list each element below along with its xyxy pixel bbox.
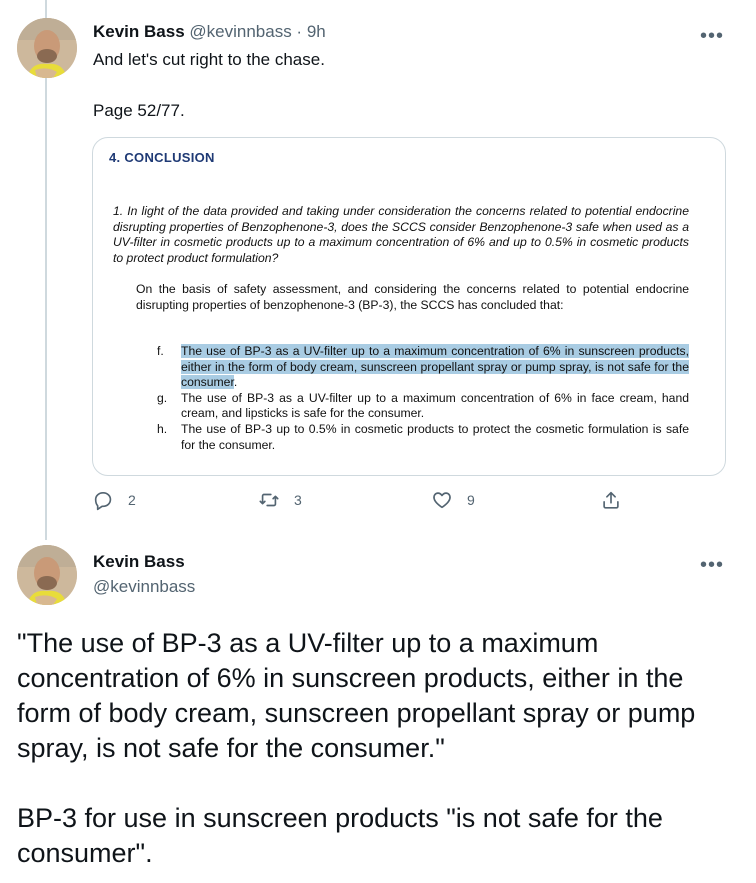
tweet-paragraph: BP-3 for use in sunscreen products "is n… — [17, 803, 663, 868]
share-icon — [603, 491, 619, 509]
retweet-count: 3 — [294, 492, 302, 508]
retweet-button[interactable]: 3 — [258, 489, 302, 511]
reply-count: 2 — [128, 492, 136, 508]
more-options-icon[interactable]: ••• — [700, 555, 724, 575]
author-handle-time[interactable]: @kevinnbass · 9h — [189, 22, 325, 41]
tweet-text-page: Page 52/77. — [93, 101, 185, 120]
doc-heading: 4. CONCLUSION — [109, 150, 215, 165]
thread-line — [45, 0, 47, 540]
doc-item-body: The use of BP-3 as a UV-filter up to a m… — [181, 390, 689, 421]
doc-item-body: The use of BP-3 as a UV-filter up to a m… — [181, 344, 689, 391]
doc-item-letter: g. — [157, 390, 168, 405]
like-count: 9 — [467, 492, 475, 508]
highlighted-text: The use of BP-3 as a UV-filter up to a m… — [181, 344, 689, 390]
avatar[interactable] — [17, 18, 77, 78]
more-options-icon[interactable]: ••• — [700, 26, 724, 46]
share-button[interactable] — [600, 489, 636, 511]
tweet-actions: 2 3 9 — [92, 489, 632, 519]
tweet-text: And let's cut right to the chase. — [93, 50, 325, 69]
author-handle[interactable]: @kevinnbass — [93, 577, 195, 597]
attached-image-card[interactable]: 4. CONCLUSION 1. In light of the data pr… — [92, 137, 726, 476]
reply-icon — [94, 492, 112, 511]
like-button[interactable]: 9 — [431, 489, 475, 511]
tweet-header: Kevin Bass @kevinnbass · 9h — [93, 22, 326, 42]
author-name[interactable]: Kevin Bass — [93, 552, 185, 572]
retweet-icon — [259, 493, 279, 507]
heart-icon — [433, 492, 451, 509]
doc-item-rest: . — [233, 375, 238, 390]
doc-item-body: The use of BP-3 up to 0.5% in cosmetic p… — [181, 421, 689, 452]
avatar-image — [17, 18, 77, 78]
doc-item-f: f. The use of BP-3 as a UV-filter up to … — [157, 344, 689, 391]
reply-button[interactable]: 2 — [92, 489, 136, 511]
tweet-paragraph: "The use of BP-3 as a UV-filter up to a … — [17, 628, 696, 763]
author-name[interactable]: Kevin Bass — [93, 22, 185, 41]
doc-item-letter: f. — [157, 344, 164, 358]
tweet-text: "The use of BP-3 as a UV-filter up to a … — [17, 626, 737, 871]
doc-question: 1. In light of the data provided and tak… — [113, 204, 689, 265]
avatar-image — [17, 545, 77, 605]
avatar[interactable] — [17, 545, 77, 605]
doc-paragraph: On the basis of safety assessment, and c… — [136, 282, 689, 312]
doc-item-g: g. The use of BP-3 as a UV-filter up to … — [157, 391, 689, 422]
doc-item-letter: h. — [157, 421, 168, 436]
doc-list: f. The use of BP-3 as a UV-filter up to … — [157, 344, 689, 453]
doc-item-h: h. The use of BP-3 up to 0.5% in cosmeti… — [157, 422, 689, 453]
